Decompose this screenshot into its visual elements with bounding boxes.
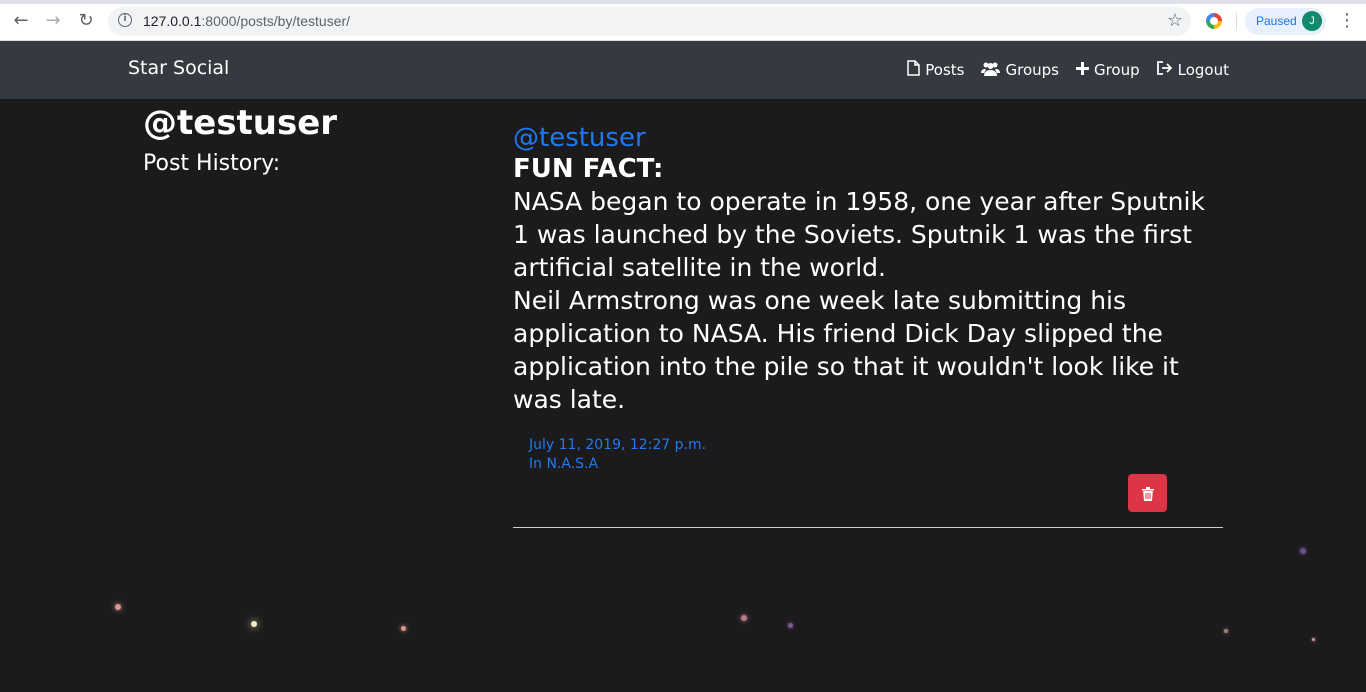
post-paragraph: Neil Armstrong was one week late submitt… (513, 286, 1179, 414)
url-host: 127.0.0.1 (143, 13, 202, 29)
star-decoration (1312, 638, 1315, 641)
site-navbar: Star Social Posts Groups Group Logout (0, 41, 1366, 99)
post-body: NASA began to operate in 1958, one year … (513, 185, 1223, 416)
avatar: J (1302, 11, 1322, 31)
browser-toolbar: ← → ↻ i 127.0.0.1:8000/posts/by/testuser… (0, 0, 1366, 41)
nav-logout[interactable]: Logout (1156, 60, 1229, 80)
post-author-link[interactable]: @testuser (513, 123, 1223, 153)
delete-post-button[interactable] (1128, 474, 1167, 512)
tab-strip (0, 0, 1366, 4)
nav-logout-label: Logout (1177, 61, 1229, 79)
nav-posts[interactable]: Posts (907, 60, 964, 80)
star-decoration (115, 604, 121, 610)
logout-icon (1156, 61, 1173, 79)
post-divider (513, 527, 1223, 528)
post-group-link[interactable]: In N.A.S.A (529, 455, 1223, 474)
reload-icon[interactable]: ↻ (75, 10, 97, 32)
star-decoration (788, 623, 793, 628)
post-title: FUN FACT: (513, 154, 664, 184)
star-decoration (401, 626, 406, 631)
nav-new-group-label: Group (1093, 61, 1140, 79)
brand-link[interactable]: Star Social (128, 57, 229, 79)
post-meta: July 11, 2019, 12:27 p.m. In N.A.S.A (529, 436, 1223, 474)
post-paragraph: NASA began to operate in 1958, one year … (513, 187, 1205, 282)
address-bar[interactable]: i 127.0.0.1:8000/posts/by/testuser/ ☆ (108, 7, 1191, 36)
trash-icon (1141, 483, 1154, 502)
star-decoration (741, 615, 747, 621)
site-info-icon[interactable]: i (118, 13, 132, 27)
plus-icon (1075, 61, 1089, 79)
bookmark-star-icon[interactable]: ☆ (1167, 10, 1183, 31)
forward-icon[interactable]: → (42, 10, 64, 32)
profile-handle: @testuser (143, 103, 338, 143)
toolbar-divider (1236, 13, 1237, 29)
nav-new-group[interactable]: Group (1075, 60, 1140, 80)
nav-posts-label: Posts (925, 61, 965, 79)
back-icon[interactable]: ← (10, 10, 32, 32)
extension-icon[interactable] (1206, 13, 1222, 29)
file-icon (907, 60, 921, 80)
post-history-heading: Post History: (143, 151, 281, 176)
star-decoration (251, 621, 257, 627)
nav-groups[interactable]: Groups (981, 60, 1059, 80)
profile-sidebar: @testuser Post History: (143, 103, 337, 176)
star-decoration (1300, 548, 1306, 554)
nav-groups-label: Groups (1005, 61, 1059, 79)
users-icon (981, 61, 1001, 80)
profile-status: Paused (1256, 14, 1297, 28)
profile-button[interactable]: Paused J (1245, 8, 1326, 35)
url-text[interactable]: 127.0.0.1:8000/posts/by/testuser/ (143, 13, 350, 29)
star-decoration (1224, 629, 1228, 633)
url-path: :8000/posts/by/testuser/ (201, 13, 351, 29)
browser-menu-icon[interactable]: ⋮ (1338, 11, 1356, 31)
nav-links: Posts Groups Group Logout (907, 60, 1229, 80)
post-card: @testuser FUN FACT: NASA began to operat… (513, 123, 1223, 528)
post-timestamp-link[interactable]: July 11, 2019, 12:27 p.m. (529, 436, 1223, 455)
